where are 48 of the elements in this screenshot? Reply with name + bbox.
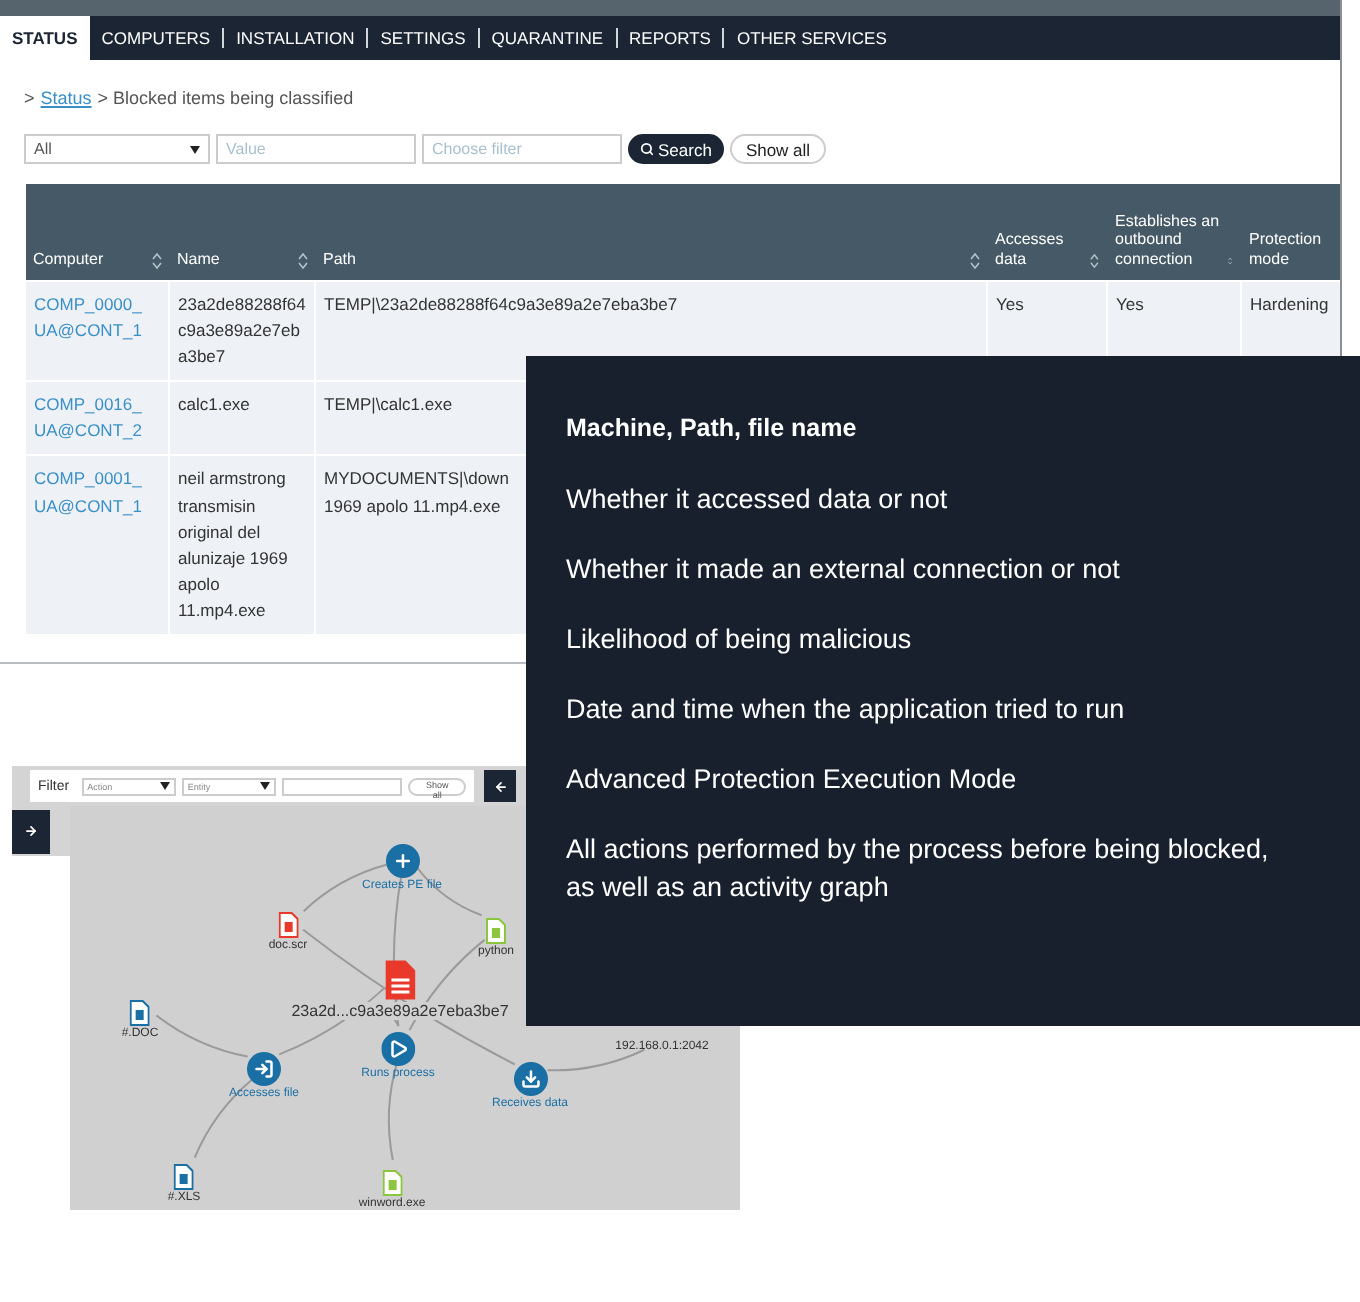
value-field[interactable]: Value xyxy=(216,134,416,164)
table-cell: calc1.exe xyxy=(169,381,315,456)
filter-field[interactable]: Choose filter xyxy=(422,134,622,164)
search-icon xyxy=(640,142,654,156)
forward-button[interactable] xyxy=(12,809,50,853)
caret-icon xyxy=(159,782,170,790)
column-label[interactable]: Establishes an outbound connection xyxy=(1115,211,1225,269)
plus-circle-icon[interactable] xyxy=(385,844,419,878)
show-all-button[interactable]: Show all xyxy=(729,134,827,164)
sort-icon[interactable] xyxy=(151,251,161,269)
connector-line xyxy=(546,1048,646,1072)
caret-icon xyxy=(190,145,200,153)
column-label[interactable]: Name xyxy=(177,249,220,269)
column-label[interactable]: Accesses data xyxy=(995,230,1087,269)
sort-icon[interactable] xyxy=(969,251,979,269)
info-text: All actions performed by the process before being blocked, as well as an activity graph xyxy=(566,832,1271,906)
breadcrumb-separator: > xyxy=(24,88,35,110)
sort-icon[interactable] xyxy=(297,251,307,269)
connector-line xyxy=(155,1014,249,1058)
caret-icon xyxy=(260,782,271,790)
download-circle-icon[interactable] xyxy=(513,1062,547,1096)
filter-input-field[interactable] xyxy=(282,777,403,795)
enter-circle-icon[interactable] xyxy=(247,1052,281,1086)
info-text: Whether it made an external connection or not xyxy=(566,552,1122,588)
type-select[interactable]: All xyxy=(24,134,210,164)
path-text: TEMP|\calc1.exe xyxy=(324,392,453,419)
info-text: Machine, Path, file name xyxy=(566,412,859,446)
column-label[interactable]: Path xyxy=(323,249,356,269)
breadcrumb-link[interactable]: Status xyxy=(40,88,92,110)
info-text: Whether it accessed data or not xyxy=(566,482,950,518)
info-text: Advanced Protection Execution Mode xyxy=(566,762,1019,798)
breadcrumb-text: > Blocked items being classified xyxy=(97,88,354,110)
arrow-right-icon xyxy=(24,824,38,838)
nav-tab[interactable]: STATUS xyxy=(0,16,90,60)
back-button[interactable] xyxy=(484,770,516,802)
sort-icon[interactable] xyxy=(1090,251,1099,269)
node-label: 23a2d...c9a3e89a2e7eba3be7 xyxy=(291,1002,509,1020)
play-circle-icon[interactable] xyxy=(381,1032,415,1066)
info-text: Date and time when the application tried to run xyxy=(566,692,1127,728)
path-text: MYDOCUMENTS|\down 1969 apolo 11.mp4.exe xyxy=(324,466,509,520)
table-cell: neil armstrong transmisin original del alunizaje 1969 apolo 11.mp4.exe xyxy=(169,455,315,636)
column-label[interactable]: Protection mode xyxy=(1249,230,1337,269)
arrow-left-icon xyxy=(493,779,507,793)
table-cell: 23a2de88288f64c9a3e89a2e7eba3be7 xyxy=(169,280,315,382)
info-text: Likelihood of being malicious xyxy=(566,622,914,658)
path-text: TEMP|\23a2de88288f64c9a3e89a2e7eba3be7 xyxy=(324,291,678,318)
search-button[interactable]: Search xyxy=(628,134,724,164)
column-label[interactable]: Computer xyxy=(33,249,104,269)
